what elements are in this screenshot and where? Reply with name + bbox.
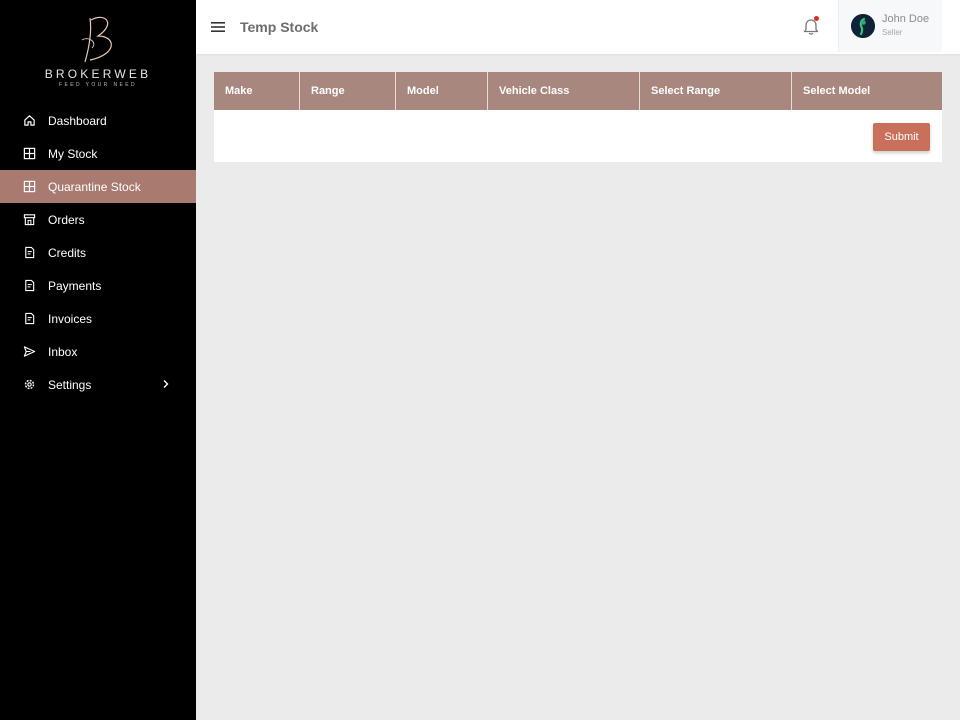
sidebar-item-payments[interactable]: Payments (0, 269, 196, 302)
user-menu[interactable]: John Doe Seller (838, 0, 942, 52)
sidebar-item-label: Inbox (48, 344, 78, 359)
chevron-right-icon (163, 380, 169, 388)
document-icon (23, 312, 36, 325)
brand-tagline: FEED YOUR NEED (59, 82, 137, 88)
logo-mark-icon (81, 16, 112, 63)
sidebar-item-orders[interactable]: Orders (0, 203, 196, 236)
home-icon (23, 114, 36, 127)
send-icon (23, 345, 36, 358)
gear-icon (23, 378, 36, 391)
submit-button[interactable]: Submit (873, 123, 930, 151)
notification-dot (814, 16, 819, 21)
sidebar-item-label: My Stock (48, 146, 98, 161)
sidebar-item-label: Invoices (48, 311, 93, 326)
column-header-vehicle-class[interactable]: Vehicle Class (488, 72, 640, 110)
temp-stock-card: Make Range Model Vehicle Class Select Ra… (214, 72, 942, 162)
table-header: Make Range Model Vehicle Class Select Ra… (214, 72, 942, 110)
quarantine-icon (23, 180, 36, 193)
sidebar-item-invoices[interactable]: Invoices (0, 302, 196, 335)
stock-icon (23, 147, 36, 160)
column-header-select-range[interactable]: Select Range (640, 72, 792, 110)
sidebar-item-label: Orders (48, 212, 85, 227)
column-header-make[interactable]: Make (214, 72, 300, 110)
sidebar-item-label: Credits (48, 245, 87, 260)
column-header-select-model[interactable]: Select Model (792, 72, 942, 110)
hamburger-menu-icon[interactable] (210, 20, 226, 34)
brand-name: BROKERWEB (44, 67, 152, 81)
sidebar-item-label: Quarantine Stock (48, 179, 141, 194)
column-header-model[interactable]: Model (396, 72, 488, 110)
sidebar-item-quarantine-stock[interactable]: Quarantine Stock (0, 170, 196, 203)
topbar: Temp Stock John Doe Seller (196, 0, 960, 54)
column-header-range[interactable]: Range (300, 72, 396, 110)
brand-logo[interactable]: BROKERWEB FEED YOUR NEED (0, 12, 196, 92)
sidebar-item-settings[interactable]: Settings (0, 368, 196, 401)
user-name: John Doe (882, 13, 930, 25)
sidebar-item-label: Payments (48, 278, 102, 293)
sidebar-item-label: Settings (48, 377, 92, 392)
sidebar: BROKERWEB FEED YOUR NEED Dashboard My St… (0, 0, 196, 720)
document-icon (23, 246, 36, 259)
sidebar-item-credits[interactable]: Credits (0, 236, 196, 269)
sidebar-item-label: Dashboard (48, 113, 107, 128)
sidebar-item-my-stock[interactable]: My Stock (0, 137, 196, 170)
avatar (851, 14, 875, 38)
sidebar-item-inbox[interactable]: Inbox (0, 335, 196, 368)
sidebar-nav: Dashboard My Stock Quarantine Stock Orde… (0, 104, 196, 401)
document-icon (23, 279, 36, 292)
store-icon (23, 213, 36, 226)
user-role: Seller (882, 28, 903, 37)
sidebar-item-dashboard[interactable]: Dashboard (0, 104, 196, 137)
page-title: Temp Stock (240, 19, 319, 35)
